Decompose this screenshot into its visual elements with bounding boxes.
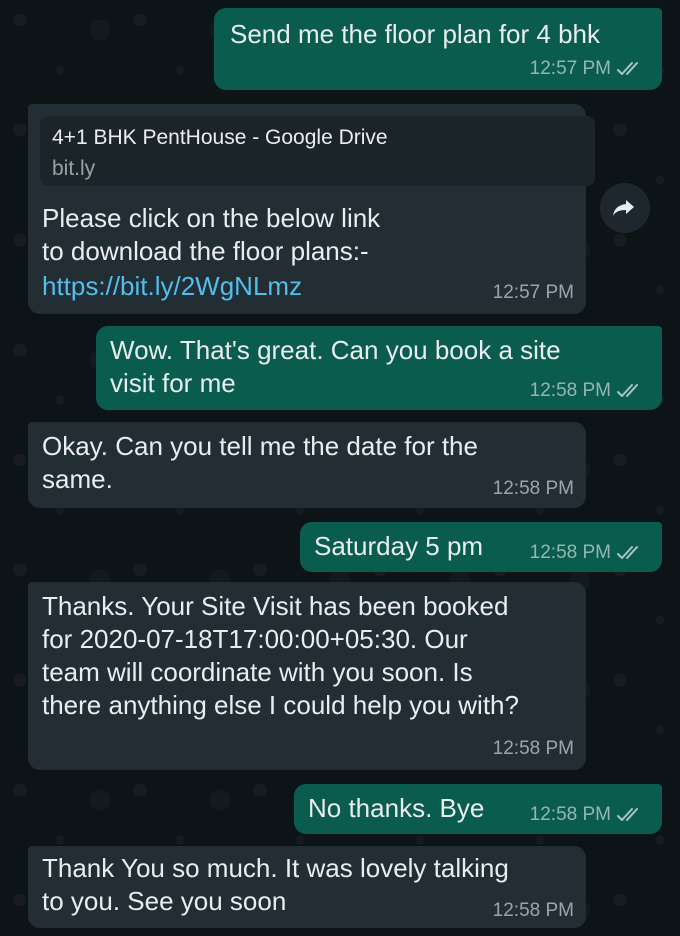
message-outgoing-3[interactable]: Saturday 5 pm 12:58 PM [300,522,662,572]
message-meta: 12:58 PM [493,738,574,760]
message-outgoing-4[interactable]: No thanks. Bye 12:58 PM [294,784,662,834]
message-meta: 12:57 PM [530,58,642,80]
message-time: 12:58 PM [492,478,574,499]
message-meta: 12:58 PM [530,542,642,564]
message-meta: 12:58 PM [493,900,574,922]
message-meta: 12:58 PM [493,478,574,500]
message-time: 12:58 PM [529,804,611,825]
message-meta: 12:58 PM [530,380,642,402]
message-text: Wow. That's great. Can you book a site v… [110,335,561,398]
message-text: Okay. Can you tell me the date for the s… [42,431,478,494]
message-time: 12:58 PM [492,738,574,759]
message-incoming-2[interactable]: Okay. Can you tell me the date for the s… [28,422,586,508]
message-text: Please click on the below link to downlo… [42,203,381,266]
message-text: Thanks. Your Site Visit has been booked … [42,591,519,720]
message-incoming-3[interactable]: Thanks. Your Site Visit has been booked … [28,582,586,770]
link-preview-domain: bit.ly [52,157,96,180]
message-time: 12:58 PM [529,542,611,563]
forward-button[interactable] [600,183,650,233]
message-meta: 12:58 PM [530,804,642,826]
message-text: Thank You so much. It was lovely talking… [42,853,509,916]
message-outgoing-2[interactable]: Wow. That's great. Can you book a site v… [96,326,662,410]
message-incoming-4[interactable]: Thank You so much. It was lovely talking… [28,846,586,928]
message-time: 12:57 PM [529,58,611,79]
double-check-icon [617,807,642,823]
double-check-icon [617,61,642,77]
link-preview-title: 4+1 BHK PentHouse - Google Drive [52,126,388,149]
message-meta: 12:57 PM [493,282,574,304]
double-check-icon [617,383,642,399]
message-time: 12:58 PM [529,380,611,401]
message-text: Send me the floor plan for 4 bhk [230,19,601,49]
message-time: 12:57 PM [492,282,574,303]
message-text: Saturday 5 pm [314,531,484,561]
message-outgoing-1[interactable]: Send me the floor plan for 4 bhk 12:57 P… [214,8,662,90]
double-check-icon [617,545,642,561]
link-preview-card[interactable]: 4+1 BHK PentHouse - Google Drive bit.ly [40,116,595,186]
message-text: No thanks. Bye [308,793,485,823]
message-link[interactable]: https://bit.ly/2WgNLmz [42,270,302,303]
message-time: 12:58 PM [492,900,574,921]
forward-arrow-icon [612,195,638,221]
message-incoming-1[interactable]: 4+1 BHK PentHouse - Google Drive bit.ly … [28,104,595,314]
